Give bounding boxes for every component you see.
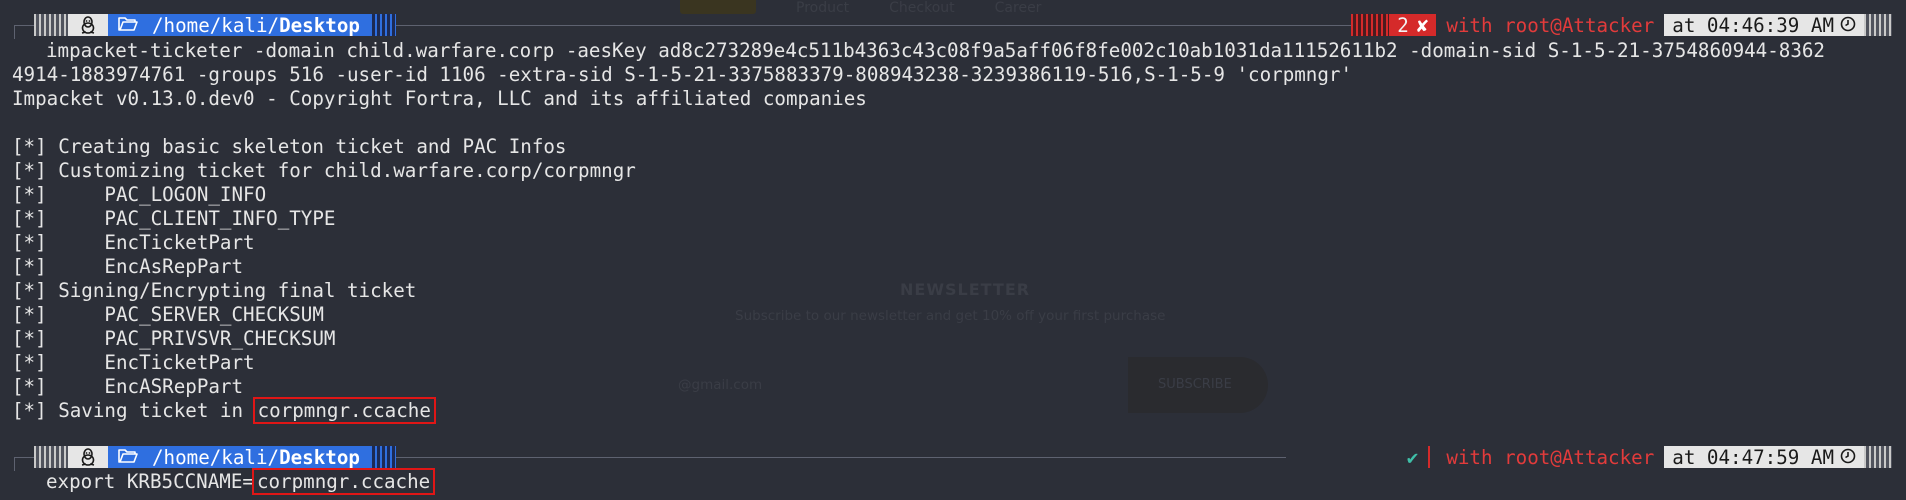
output-line: [*] PAC_CLIENT_INFO_TYPE xyxy=(12,207,336,230)
output-line: [*] EncTicketPart xyxy=(12,351,255,374)
prompt-corner xyxy=(14,457,15,471)
prompt-right-segment: 2 ✘ with root@Attacker at 04:46:39 AM xyxy=(1351,13,1892,37)
folder-open-icon xyxy=(118,446,138,469)
prompt-grip xyxy=(1864,14,1892,36)
user-host-context: with root@Attacker xyxy=(1446,445,1655,469)
output-line: [*] PAC_LOGON_INFO xyxy=(12,183,267,206)
background-nav-active xyxy=(680,0,756,14)
prompt-grip xyxy=(1864,446,1892,468)
prompt-bar-2: /home/kali/Desktop ✔ with root@Attacker … xyxy=(0,445,1906,471)
output-line: [*] PAC_SERVER_CHECKSUM xyxy=(12,303,324,326)
prompt-grip xyxy=(34,14,68,36)
prompt-bar-1: /home/kali/Desktop 2 ✘ with root@Attacke… xyxy=(0,13,1906,39)
error-count: 2 xyxy=(1397,13,1409,37)
export-command: export KRB5CCNAME= xyxy=(46,470,254,493)
prompt-grip xyxy=(369,14,396,36)
prompt-grip xyxy=(34,446,68,468)
time-text: at 04:46:39 AM xyxy=(1672,13,1834,37)
output-line: [*] PAC_PRIVSVR_CHECKSUM xyxy=(12,327,336,350)
status-divider xyxy=(1428,446,1431,468)
success-check-icon: ✔ xyxy=(1406,445,1419,469)
linux-penguin-icon xyxy=(68,14,108,36)
output-line: [*] Creating basic skeleton ticket and P… xyxy=(12,135,567,158)
output-line: [*] Customizing ticket for child.warfare… xyxy=(12,159,636,182)
prompt-time: at 04:47:59 AM xyxy=(1664,445,1864,469)
background-newsletter-title: NEWSLETTER xyxy=(900,280,1031,299)
path-current-dir: Desktop xyxy=(279,13,360,37)
user-host-context: with root@Attacker xyxy=(1446,13,1655,37)
path-prefix: /home/kali/ xyxy=(152,13,280,37)
background-nav-item: Career xyxy=(994,0,1042,16)
output-line: [*] EncASRepPart xyxy=(12,375,244,398)
path-prefix: /home/kali/ xyxy=(152,445,280,469)
output-line: [*] EncAsRepPart xyxy=(12,255,244,278)
saving-ticket-line: [*] Saving ticket in corpmngr.ccache xyxy=(12,397,436,424)
prompt-corner xyxy=(14,25,15,39)
prompt-grip xyxy=(369,446,396,468)
clock-icon xyxy=(1840,14,1856,37)
highlighted-ccache-filename: corpmngr.ccache xyxy=(252,397,436,424)
output-line: [*] Signing/Encrypting final ticket xyxy=(12,279,417,302)
background-nav-item: Product xyxy=(796,0,850,16)
background-newsletter-subtitle: Subscribe to our newsletter and get 10% … xyxy=(735,308,1166,324)
prompt-path: /home/kali/Desktop xyxy=(108,445,370,469)
linux-penguin-icon xyxy=(68,446,108,468)
time-text: at 04:47:59 AM xyxy=(1672,445,1834,469)
prompt-right-segment: ✔ with root@Attacker at 04:47:59 AM xyxy=(1392,445,1892,469)
output-line: Impacket v0.13.0.dev0 - Copyright Fortra… xyxy=(12,87,867,110)
background-subscribe-button: SUBSCRIBE xyxy=(1128,357,1268,413)
error-x-icon: ✘ xyxy=(1416,13,1429,37)
prompt-path: /home/kali/Desktop xyxy=(108,13,370,37)
prompt-left-segment: /home/kali/Desktop xyxy=(34,445,396,469)
background-nav-item: Checkout xyxy=(889,0,955,16)
output-line: [*] EncTicketPart xyxy=(12,231,255,254)
background-email-placeholder: @gmail.com xyxy=(678,377,763,393)
background-nav: Product Checkout Career xyxy=(680,0,1042,16)
error-status: 2 ✘ xyxy=(1389,13,1437,37)
prompt-left-segment: /home/kali/Desktop xyxy=(34,13,396,37)
path-current-dir: Desktop xyxy=(279,445,360,469)
command-line[interactable]: impacket-ticketer -domain child.warfare.… xyxy=(46,39,1825,63)
highlighted-ccache-filename: corpmngr.ccache xyxy=(251,468,436,495)
saving-prefix: [*] Saving ticket in xyxy=(12,399,255,422)
command-line-continued[interactable]: 4914-1883974761 -groups 516 -user-id 110… xyxy=(12,63,1352,87)
folder-open-icon xyxy=(118,14,138,37)
prompt-time: at 04:46:39 AM xyxy=(1664,13,1864,37)
clock-icon xyxy=(1840,446,1856,469)
command-line[interactable]: export KRB5CCNAME= corpmngr.ccache xyxy=(46,468,436,495)
prompt-grip xyxy=(1351,14,1390,36)
